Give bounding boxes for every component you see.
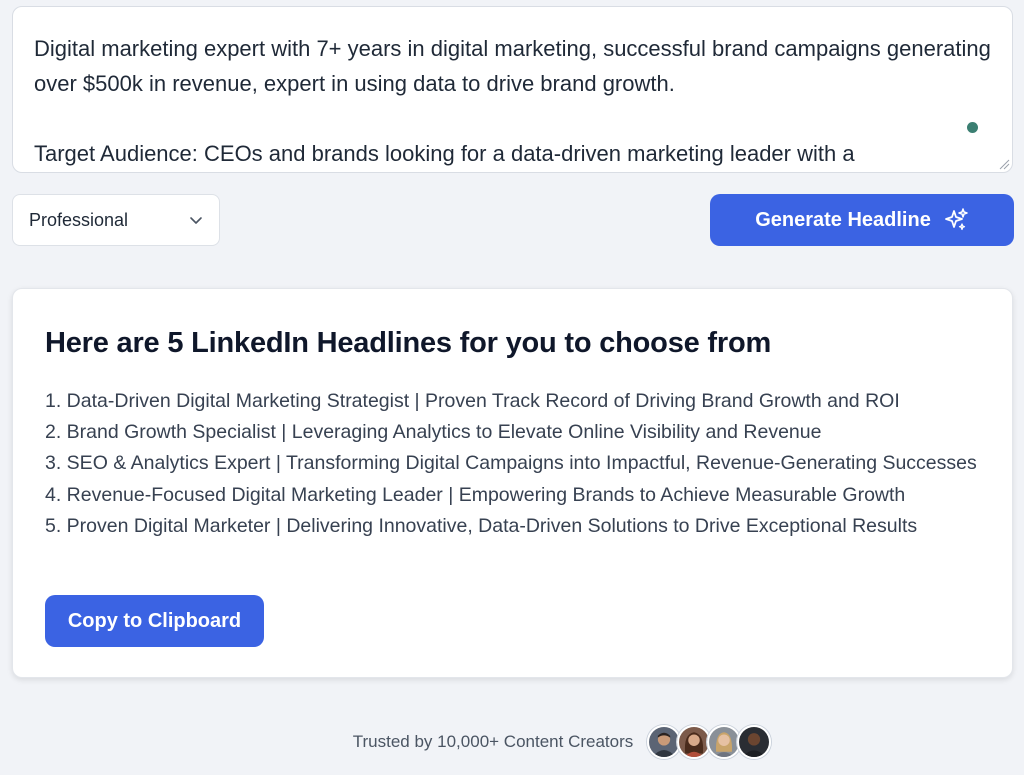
avatar (737, 725, 772, 759)
chevron-down-icon (190, 217, 202, 224)
profile-description-textarea[interactable]: Digital marketing expert with 7+ years i… (12, 6, 1013, 173)
headline-item: 3. SEO & Analytics Expert | Transforming… (45, 452, 977, 475)
results-card: Here are 5 LinkedIn Headlines for you to… (12, 288, 1013, 678)
creator-avatars (647, 725, 772, 759)
results-title: Here are 5 LinkedIn Headlines for you to… (45, 327, 772, 359)
resize-handle-icon[interactable] (998, 158, 1010, 170)
avatar (647, 725, 682, 759)
trust-text: Trusted by 10,000+ Content Creators (352, 732, 634, 751)
profile-description-text[interactable]: Digital marketing expert with 7+ years i… (13, 7, 1012, 171)
headline-item: 1. Data-Driven Digital Marketing Strateg… (45, 390, 900, 412)
headline-item: 4. Revenue-Focused Digital Marketing Lea… (45, 483, 906, 506)
status-dot-icon (967, 122, 978, 133)
trust-bar: Trusted by 10,000+ Content Creators (0, 720, 1024, 764)
generate-headline-button[interactable]: Generate Headline (710, 194, 1014, 246)
headline-item: 5. Proven Digital Marketer | Delivering … (45, 514, 918, 537)
headline-list: 1. Data-Driven Digital Marketing Strateg… (45, 386, 990, 542)
sparkles-icon (944, 208, 968, 231)
copy-to-clipboard-button[interactable]: Copy to Clipboard (45, 595, 264, 647)
avatar (677, 725, 712, 759)
copy-to-clipboard-label: Copy to Clipboard (67, 609, 242, 632)
tone-select[interactable]: Professional (12, 194, 220, 246)
tone-select-value: Professional (29, 209, 129, 230)
headline-item: 2. Brand Growth Specialist | Leveraging … (45, 421, 822, 444)
generate-headline-label: Generate Headline (755, 208, 931, 231)
avatar (707, 725, 742, 759)
